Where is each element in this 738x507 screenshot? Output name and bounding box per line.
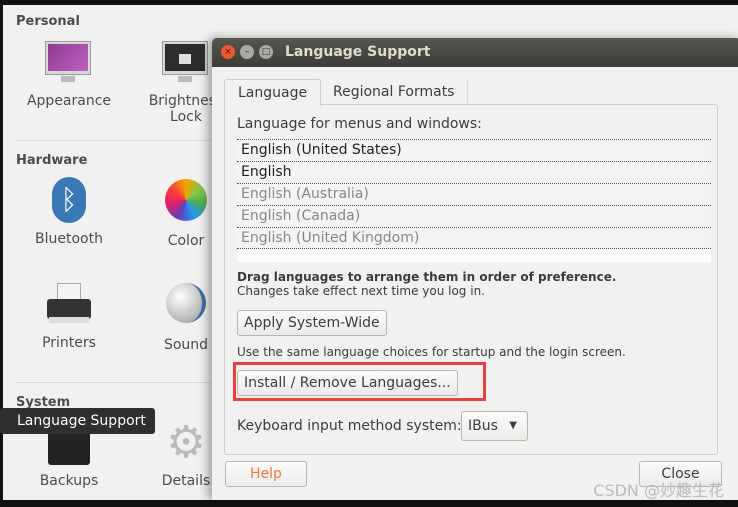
highlight-box (233, 362, 486, 401)
list-label: Language for menus and windows: (237, 116, 482, 132)
drag-hint: Drag languages to arrange them in order … (237, 270, 617, 284)
appearance-label: Appearance (26, 93, 112, 109)
divider (16, 140, 226, 141)
language-list[interactable]: English (United States) English English … (237, 139, 711, 262)
appearance-icon (45, 39, 93, 87)
section-personal: Personal (16, 14, 80, 29)
apply-system-wide-button[interactable]: Apply System-Wide (237, 310, 387, 336)
keyboard-input-dropdown[interactable]: IBus ▼ (461, 411, 528, 441)
title-bar[interactable]: × – □ Language Support (212, 38, 738, 67)
list-item[interactable]: English (Australia) (237, 183, 711, 205)
dialog-title: Language Support (285, 44, 431, 60)
divider (16, 382, 226, 383)
list-item[interactable]: English (237, 161, 711, 183)
apply-hint: Use the same language choices for startu… (237, 345, 626, 359)
help-button[interactable]: Help (225, 461, 307, 487)
maximize-window-icon[interactable]: □ (259, 45, 273, 59)
list-item[interactable]: English (United Kingdom) (237, 227, 711, 249)
tab-language[interactable]: Language (224, 79, 322, 106)
color-icon (162, 179, 210, 227)
close-window-icon[interactable]: × (221, 45, 235, 59)
bluetooth-label: Bluetooth (35, 231, 103, 247)
settings-item-appearance[interactable]: Appearance (19, 39, 119, 109)
tab-regional-formats[interactable]: Regional Formats (320, 79, 469, 105)
section-hardware: Hardware (16, 153, 88, 168)
tab-panel: Language for menus and windows: English … (224, 104, 718, 455)
minimize-window-icon[interactable]: – (240, 45, 254, 59)
chevron-down-icon: ▼ (509, 420, 517, 431)
backups-label: Backups (39, 473, 99, 489)
language-support-dialog: × – □ Language Support Language for menu… (212, 38, 738, 500)
list-item[interactable]: English (Canada) (237, 205, 711, 227)
sound-icon (162, 283, 210, 331)
watermark: CSDN @妙趣生花 (593, 481, 724, 500)
bluetooth-icon: ᛒ (45, 177, 93, 225)
printers-label: Printers (42, 335, 96, 351)
gear-icon: ⚙ (166, 417, 206, 468)
list-item[interactable]: English (United States) (237, 139, 711, 161)
changes-hint: Changes take effect next time you log in… (237, 284, 485, 298)
tooltip: Language Support (0, 408, 155, 434)
printer-icon (45, 281, 93, 329)
lock-icon (162, 39, 210, 87)
keyboard-input-value: IBus (468, 418, 498, 434)
settings-item-printers[interactable]: Printers (19, 281, 119, 351)
keyboard-input-label: Keyboard input method system: (237, 418, 462, 434)
settings-item-bluetooth[interactable]: ᛒ Bluetooth (19, 177, 119, 247)
